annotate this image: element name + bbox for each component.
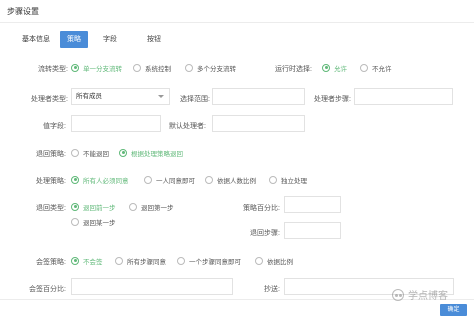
option-label: 退回前一步 [83,204,116,212]
flow-type-option-system[interactable]: 系统控制 [133,62,171,73]
tab-fields[interactable]: 字段 [96,31,124,48]
option-label: 退回某一步 [83,219,116,227]
strategy-percent-label: 策略百分比: [243,205,280,212]
cc-label: 抄送: [264,286,280,293]
countersign-option-all-steps[interactable]: 所有步骤同意 [115,255,166,266]
dialog-title: 步骤设置 [7,7,39,16]
option-label: 一个步骤同意即可 [189,258,241,266]
tab-section-label: 基本信息 [22,36,50,43]
option-label: 依据比例 [267,258,293,266]
strategy-percent-input[interactable] [284,196,341,213]
return-strategy-option-none[interactable]: 不能退回 [71,147,109,158]
countersign-percent-input[interactable] [71,278,233,295]
handler-type-label: 处理者类型: [31,96,68,103]
select-range-input[interactable] [212,88,305,105]
radio-icon [144,175,152,184]
return-type-option-specific[interactable]: 退回某一步 [71,216,116,227]
radio-icon [71,256,79,265]
radio-icon [71,175,79,184]
countersign-option-ratio[interactable]: 依据比例 [255,255,293,266]
countersign-option-none[interactable]: 不会签 [71,255,103,266]
radio-icon [177,256,185,265]
option-label: 所有人必须同意 [83,177,129,185]
radio-icon [71,217,79,226]
handler-type-select[interactable]: 所有成员 [71,88,170,105]
confirm-button[interactable]: 确定 [440,304,467,316]
handler-step-input[interactable] [354,88,453,105]
return-step-label: 退回步骤: [250,230,280,237]
tab-buttons[interactable]: 按钮 [140,31,168,48]
title-divider [0,22,474,23]
radio-icon [115,256,123,265]
select-range-label: 选择范围: [180,96,210,103]
handle-strategy-option-independent[interactable]: 独立处理 [269,174,307,185]
countersign-strategy-label: 会签策略: [36,259,66,266]
watermark-text: 学点博客 [408,291,448,302]
option-label: 依据人数比例 [217,177,256,185]
handle-strategy-option-all[interactable]: 所有人必须同意 [71,174,129,185]
radio-icon [360,63,368,72]
option-label: 允许 [334,65,347,73]
wechat-icon [392,288,404,301]
radio-icon [71,202,79,211]
return-step-input[interactable] [284,222,341,239]
option-label: 不能退回 [83,150,109,158]
radio-icon [185,63,193,72]
option-label: 系统控制 [145,65,171,73]
return-type-option-first[interactable]: 退回第一步 [129,201,174,212]
chevron-down-icon [158,95,164,98]
option-label: 独立处理 [281,177,307,185]
return-strategy-label: 退回策略: [36,151,66,158]
option-label: 根据处理策略退回 [131,150,183,158]
handle-strategy-option-ratio[interactable]: 依据人数比例 [205,174,256,185]
watermark: 学点博客 [392,287,448,302]
radio-icon [205,175,213,184]
option-label: 不允许 [372,65,392,73]
runtime-select-label: 运行时选择: [275,66,312,73]
default-handler-label: 默认处理者: [169,123,206,130]
option-label: 不会签 [83,258,103,266]
flow-type-label: 流转类型: [38,66,68,73]
handle-strategy-option-one[interactable]: 一人同意即可 [144,174,195,185]
handler-type-value: 所有成员 [76,93,102,100]
option-label: 单一分支流转 [83,65,122,73]
return-type-label: 退回类型: [36,205,66,212]
radio-icon [322,63,330,72]
runtime-option-allow[interactable]: 允许 [322,62,347,73]
handle-strategy-label: 处理策略: [36,178,66,185]
value-field-input[interactable] [71,115,161,132]
radio-icon [255,256,263,265]
radio-icon [119,148,127,157]
radio-icon [71,63,79,72]
tab-strategy[interactable]: 策略 [60,31,88,48]
return-type-option-previous[interactable]: 退回前一步 [71,201,116,212]
default-handler-input[interactable] [212,115,305,132]
option-label: 一人同意即可 [156,177,195,185]
countersign-percent-label: 会签百分比: [29,286,66,293]
runtime-option-deny[interactable]: 不允许 [360,62,392,73]
tab-bar: 基本信息 策略 字段 按钮 [22,31,168,48]
handler-step-label: 处理者步骤: [314,96,351,103]
flow-type-option-multiple[interactable]: 多个分支流转 [185,62,236,73]
radio-icon [269,175,277,184]
option-label: 所有步骤同意 [127,258,166,266]
step-settings-dialog: 步骤设置 基本信息 策略 字段 按钮 流转类型: 单一分支流转 系统控制 多个分… [0,0,474,321]
option-label: 退回第一步 [141,204,174,212]
countersign-option-one-step[interactable]: 一个步骤同意即可 [177,255,241,266]
flow-type-option-single[interactable]: 单一分支流转 [71,62,122,73]
radio-icon [129,202,137,211]
radio-icon [71,148,79,157]
radio-icon [133,63,141,72]
option-label: 多个分支流转 [197,65,236,73]
return-strategy-option-by-strategy[interactable]: 根据处理策略退回 [119,147,183,158]
value-field-label: 值字段: [43,123,66,130]
